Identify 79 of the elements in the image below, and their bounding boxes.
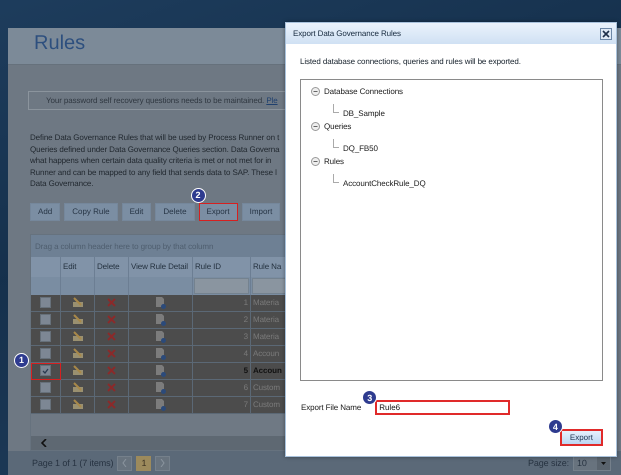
tree-node[interactable]: DQ_FB50: [343, 144, 378, 153]
step-number-badge: 1: [14, 352, 29, 368]
description-line: Data Governance.: [30, 178, 94, 190]
next-page-button[interactable]: [155, 456, 170, 470]
step-number-badge: 2: [190, 188, 206, 203]
document-info-icon[interactable]: [156, 398, 166, 411]
header-cell: [31, 256, 61, 277]
chevron-left-icon: [122, 459, 128, 467]
checkbox[interactable]: [40, 382, 51, 394]
pencil-note-icon[interactable]: [72, 297, 84, 308]
password-notice: Your password self recovery questions needs to be maintained. Ple: [28, 91, 285, 110]
column-header[interactable]: Rule ID: [193, 256, 251, 277]
page-size-label: Page size:: [528, 458, 569, 468]
tree-node[interactable]: AccountCheckRule_DQ: [343, 179, 426, 188]
description-line: what happens when certain data quality criteria is met or not met for in: [30, 155, 272, 167]
checkbox[interactable]: [40, 365, 51, 376]
filter-row-cell: [61, 276, 95, 295]
tree-node[interactable]: Database Connections: [324, 87, 403, 96]
step-number-badge: 3: [362, 390, 378, 405]
toolbar-button[interactable]: Import: [242, 202, 280, 221]
close-icon[interactable]: [600, 28, 612, 40]
pencil-note-icon[interactable]: [72, 331, 84, 342]
collapse-icon[interactable]: [311, 122, 320, 131]
filter-row-cell: [95, 276, 129, 295]
checkbox[interactable]: [40, 399, 51, 410]
tree-connector: [333, 104, 339, 113]
horizontal-scrollbar[interactable]: [31, 436, 285, 450]
page-number-button[interactable]: 1: [136, 456, 152, 470]
scroll-left-icon[interactable]: [41, 439, 47, 447]
checkbox[interactable]: [40, 348, 51, 360]
checkbox[interactable]: [40, 331, 51, 342]
filter-field[interactable]: [194, 278, 249, 294]
collapse-icon[interactable]: [311, 157, 320, 166]
document-info-icon[interactable]: [156, 296, 166, 309]
export-button[interactable]: Export: [560, 429, 603, 446]
page-title: Rules: [34, 32, 86, 55]
pencil-note-icon[interactable]: [72, 365, 84, 376]
page-summary: Page 1 of 1 (7 items): [32, 458, 114, 468]
tree-connector: [333, 139, 339, 148]
step-number-badge: 4: [548, 419, 563, 434]
tree-node[interactable]: DB_Sample: [343, 109, 385, 118]
toolbar-button[interactable]: Edit: [122, 202, 152, 221]
checkbox[interactable]: [40, 297, 51, 308]
document-info-icon[interactable]: [156, 314, 166, 326]
tree-node[interactable]: Queries: [324, 122, 352, 131]
column-header[interactable]: Rule Na: [251, 256, 285, 277]
dialog-title: Export Data Governance Rules: [293, 29, 401, 38]
chevron-right-icon: [160, 459, 166, 467]
column-header[interactable]: Delete: [95, 256, 129, 277]
description-line: Queries defined under Data Governance Queries section. Data Governa: [30, 144, 280, 156]
pencil-note-icon[interactable]: [72, 382, 84, 394]
table-cell: Accoun: [251, 362, 285, 380]
toolbar-button[interactable]: Delete: [155, 202, 195, 221]
checkbox[interactable]: [40, 314, 51, 326]
description-line: Define Data Governance Rules that will be used by Process Runner on t: [30, 132, 280, 144]
pencil-note-icon[interactable]: [72, 314, 84, 326]
document-info-icon[interactable]: [156, 348, 166, 360]
description-line: Runner and can be mapped to any field that sends data to SAP. These l: [30, 166, 278, 178]
document-info-icon[interactable]: [156, 364, 166, 377]
table-cell: 5: [193, 362, 251, 380]
tree-connector: [333, 174, 339, 183]
filter-row-cell: [31, 276, 61, 295]
toolbar-button[interactable]: Export: [198, 202, 238, 221]
notice-link[interactable]: Ple: [266, 96, 278, 105]
column-header[interactable]: Edit: [61, 256, 95, 277]
file-name-label: Export File Name: [301, 403, 362, 412]
file-name-field[interactable]: Rule6: [375, 400, 510, 415]
caret-icon: [597, 456, 610, 470]
toolbar-button[interactable]: Add: [30, 202, 60, 221]
pencil-note-icon[interactable]: [72, 399, 84, 410]
previous-page-button[interactable]: [117, 456, 132, 470]
tree-node[interactable]: Rules: [324, 157, 344, 166]
column-header[interactable]: View Rule Detail: [129, 256, 193, 277]
collapse-icon[interactable]: [311, 87, 320, 96]
toolbar-button[interactable]: Copy Rule: [64, 202, 118, 221]
document-info-icon[interactable]: [156, 382, 166, 394]
document-info-icon[interactable]: [156, 330, 166, 343]
pencil-note-icon[interactable]: [72, 348, 84, 360]
dialog-message: Listed database connections, queries and rules will be exported.: [300, 57, 521, 66]
